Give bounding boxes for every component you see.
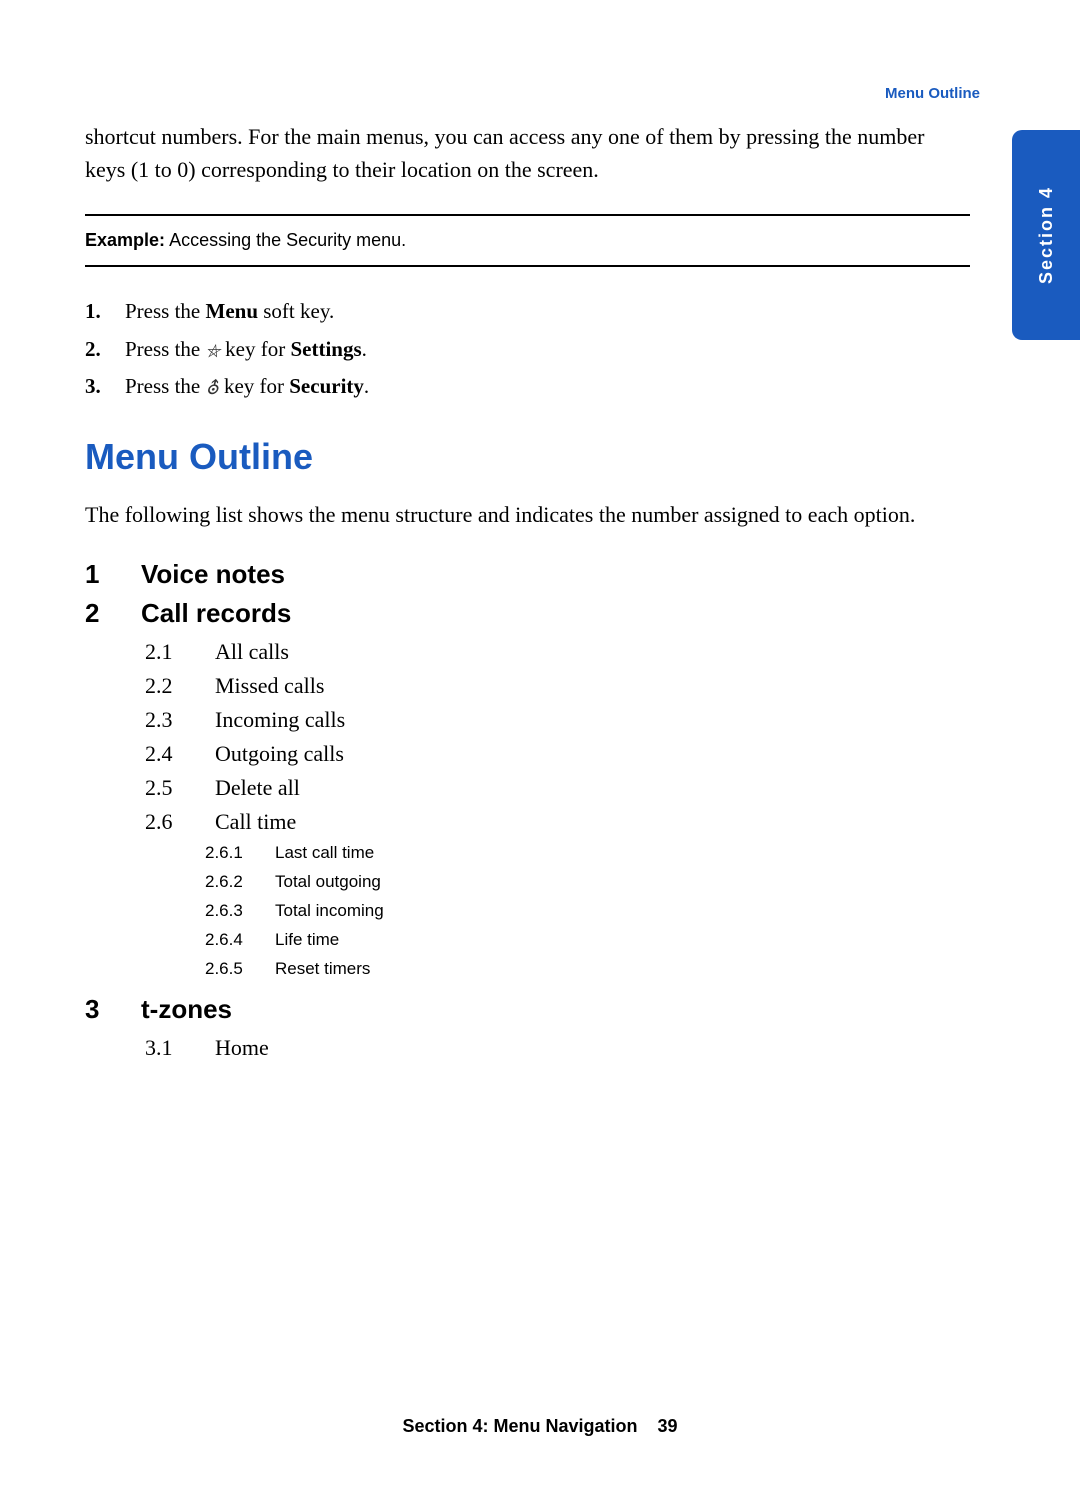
menu-2-3-num: 2.3 [145, 703, 195, 737]
menu-2-5-num: 2.5 [145, 771, 195, 805]
main-content: shortcut numbers. For the main menus, yo… [85, 120, 970, 1073]
menu-heading-3: 3 t-zones [85, 994, 970, 1025]
menu-2-6-3-label: Total incoming [275, 897, 384, 926]
step-3-num: 3. [85, 370, 101, 404]
step-1: 1. Press the Menu soft key. [85, 295, 970, 329]
menu-2-1-label: All calls [215, 635, 289, 669]
menu-section-1: 1 Voice notes [85, 559, 970, 590]
menu-2-label: Call records [141, 598, 291, 629]
menu-2-2-num: 2.2 [145, 669, 195, 703]
menu-subitem-2-6-2: 2.6.2 Total outgoing [85, 868, 970, 897]
menu-1-num: 1 [85, 559, 117, 590]
menu-2-2-label: Missed calls [215, 669, 324, 703]
security-key-icon: ⛢ [206, 378, 219, 398]
step-3-bold: Security [289, 374, 364, 398]
section-tab: Section 4 [1012, 130, 1080, 340]
menu-heading-2: 2 Call records [85, 598, 970, 629]
step-1-bold: Menu [206, 299, 259, 323]
intro-text: shortcut numbers. For the main menus, yo… [85, 120, 970, 186]
menu-3-label: t-zones [141, 994, 232, 1025]
menu-subitem-2-6-5: 2.6.5 Reset timers [85, 955, 970, 984]
page-header-label: Menu Outline [885, 85, 980, 102]
footer-page-number: 39 [658, 1416, 678, 1437]
example-box: Example: Accessing the Security menu. [85, 214, 970, 267]
menu-1-label: Voice notes [141, 559, 285, 590]
menu-3-1-label: Home [215, 1031, 269, 1065]
menu-2-6-4-label: Life time [275, 926, 339, 955]
step-2: 2. Press the ⛤ key for Settings. [85, 333, 970, 367]
menu-2-6-1-label: Last call time [275, 839, 374, 868]
menu-subitem-3-1: 3.1 Home [85, 1031, 970, 1065]
step-2-bold: Settings [290, 337, 361, 361]
menu-subitem-2-6: 2.6 Call time [85, 805, 970, 839]
menu-3-num: 3 [85, 994, 117, 1025]
menu-subitem-2-6-1: 2.6.1 Last call time [85, 839, 970, 868]
menu-2-6-label: Call time [215, 805, 296, 839]
step-1-num: 1. [85, 295, 101, 329]
menu-2-6-2-num: 2.6.2 [205, 868, 255, 897]
menu-2-4-label: Outgoing calls [215, 737, 344, 771]
menu-2-6-3-num: 2.6.3 [205, 897, 255, 926]
step-3: 3. Press the ⛢ key for Security. [85, 370, 970, 404]
menu-subitem-2-6-3: 2.6.3 Total incoming [85, 897, 970, 926]
menu-heading-1: 1 Voice notes [85, 559, 970, 590]
menu-2-6-1-num: 2.6.1 [205, 839, 255, 868]
menu-2-num: 2 [85, 598, 117, 629]
page: Section 4 Menu Outline shortcut numbers.… [0, 0, 1080, 1492]
menu-subitem-2-1: 2.1 All calls [85, 635, 970, 669]
menu-subitem-2-5: 2.5 Delete all [85, 771, 970, 805]
menu-section-2: 2 Call records 2.1 All calls 2.2 Missed … [85, 598, 970, 984]
menu-subitem-2-4: 2.4 Outgoing calls [85, 737, 970, 771]
menu-2-6-5-num: 2.6.5 [205, 955, 255, 984]
menu-2-6-2-label: Total outgoing [275, 868, 381, 897]
example-body: Accessing the Security menu. [169, 230, 406, 250]
step-2-num: 2. [85, 333, 101, 367]
menu-subitem-2-2: 2.2 Missed calls [85, 669, 970, 703]
menu-subitem-2-6-4: 2.6.4 Life time [85, 926, 970, 955]
menu-2-4-num: 2.4 [145, 737, 195, 771]
menu-2-5-label: Delete all [215, 771, 300, 805]
menu-subitem-2-3: 2.3 Incoming calls [85, 703, 970, 737]
section-tab-label: Section 4 [1036, 186, 1057, 284]
menu-2-6-5-label: Reset timers [275, 955, 370, 984]
footer: Section 4: Menu Navigation 39 [0, 1416, 1080, 1437]
menu-2-1-num: 2.1 [145, 635, 195, 669]
menu-3-1-num: 3.1 [145, 1031, 195, 1065]
menu-2-3-label: Incoming calls [215, 703, 345, 737]
steps-list: 1. Press the Menu soft key. 2. Press the… [85, 295, 970, 404]
menu-outline-heading: Menu Outline [85, 436, 970, 478]
menu-section-3: 3 t-zones 3.1 Home [85, 994, 970, 1065]
menu-2-6-4-num: 2.6.4 [205, 926, 255, 955]
menu-outline-desc: The following list shows the menu struct… [85, 498, 970, 531]
footer-section-label: Section 4: Menu Navigation [402, 1416, 637, 1437]
example-bold: Example: [85, 230, 165, 250]
example-label-text: Example: Accessing the Security menu. [85, 230, 406, 250]
settings-key-icon: ⛤ [206, 340, 220, 360]
menu-2-6-num: 2.6 [145, 805, 195, 839]
